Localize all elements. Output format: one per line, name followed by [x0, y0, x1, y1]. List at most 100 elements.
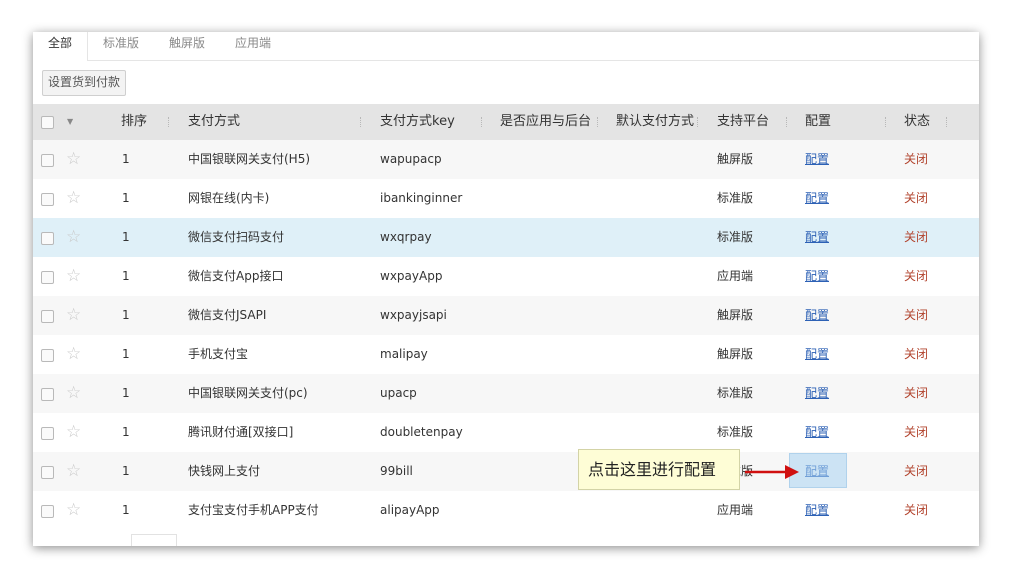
star-outline-icon[interactable]: ☆ — [66, 452, 81, 491]
table-row[interactable]: ☆ 1 中国银联网关支付(H5) wapupacp 触屏版 配置 关闭 — [33, 140, 979, 179]
pager[interactable] — [131, 534, 177, 546]
tab-touch[interactable]: 触屏版 — [154, 32, 220, 60]
row-checkbox[interactable] — [41, 232, 54, 245]
table-row[interactable]: ☆ 1 中国银联网关支付(pc) upacp 标准版 配置 关闭 — [33, 374, 979, 413]
method-name: 手机支付宝 — [188, 347, 249, 361]
column-method[interactable]: 支付方式 — [188, 104, 240, 140]
table-header: ▼ 排序 支付方式 支付方式key 是否应用与后台 默认支付方式 支持平台 配置… — [33, 104, 979, 140]
star-outline-icon[interactable]: ☆ — [66, 140, 81, 179]
config-link[interactable]: 配置 — [805, 179, 829, 218]
row-checkbox[interactable] — [41, 388, 54, 401]
row-checkbox[interactable] — [41, 505, 54, 518]
table-row[interactable]: ☆ 1 微信支付App接口 wxpayApp 应用端 配置 关闭 — [33, 257, 979, 296]
status-toggle[interactable]: 关闭 — [904, 179, 928, 218]
sort-value: 1 — [122, 425, 130, 439]
status-toggle[interactable]: 关闭 — [904, 374, 928, 413]
star-outline-icon[interactable]: ☆ — [66, 374, 81, 413]
sort-value: 1 — [122, 269, 130, 283]
table-row[interactable]: ☆ 1 手机支付宝 malipay 触屏版 配置 关闭 — [33, 335, 979, 374]
arrow-right-icon — [745, 465, 799, 479]
config-link[interactable]: 配置 — [805, 413, 829, 452]
row-checkbox[interactable] — [41, 427, 54, 440]
column-key[interactable]: 支付方式key — [380, 104, 455, 140]
method-key: 99bill — [380, 464, 413, 478]
tab-bar: 全部 标准版 触屏版 应用端 — [33, 32, 979, 61]
status-toggle[interactable]: 关闭 — [904, 140, 928, 179]
method-key: doubletenpay — [380, 425, 463, 439]
method-key: wxqrpay — [380, 230, 432, 244]
row-checkbox[interactable] — [41, 271, 54, 284]
sort-value: 1 — [122, 308, 130, 322]
table-row[interactable]: ☆ 1 支付宝支付手机APP支付 alipayApp 应用端 配置 关闭 — [33, 491, 979, 530]
callout-note: 点击这里进行配置 — [578, 449, 740, 490]
sort-value: 1 — [122, 347, 130, 361]
method-name: 微信支付JSAPI — [188, 308, 267, 322]
sort-value: 1 — [122, 230, 130, 244]
status-toggle[interactable]: 关闭 — [904, 257, 928, 296]
set-cod-button[interactable]: 设置货到付款 — [42, 70, 127, 96]
column-platform[interactable]: 支持平台 — [717, 104, 769, 140]
config-link[interactable]: 配置 — [805, 296, 829, 335]
config-link[interactable]: 配置 — [805, 491, 829, 530]
status-toggle[interactable]: 关闭 — [904, 296, 928, 335]
table-row[interactable]: ☆ 1 微信支付JSAPI wxpayjsapi 触屏版 配置 关闭 — [33, 296, 979, 335]
row-checkbox[interactable] — [41, 349, 54, 362]
sort-value: 1 — [122, 191, 130, 205]
method-key: wapupacp — [380, 152, 442, 166]
config-link[interactable]: 配置 — [805, 218, 829, 257]
column-default[interactable]: 默认支付方式 — [616, 104, 694, 140]
method-name: 微信支付扫码支付 — [188, 230, 285, 244]
row-checkbox[interactable] — [41, 310, 54, 323]
tab-app[interactable]: 应用端 — [220, 32, 286, 60]
platform-value: 触屏版 — [717, 308, 754, 322]
table-row[interactable]: ☆ 1 微信支付扫码支付 wxqrpay 标准版 配置 关闭 — [33, 218, 979, 257]
status-toggle[interactable]: 关闭 — [904, 452, 928, 491]
method-key: ibankinginner — [380, 191, 463, 205]
config-link[interactable]: 配置 — [805, 140, 829, 179]
config-link[interactable]: 配置 — [805, 374, 829, 413]
status-toggle[interactable]: 关闭 — [904, 218, 928, 257]
sort-value: 1 — [122, 152, 130, 166]
star-outline-icon[interactable]: ☆ — [66, 413, 81, 452]
star-outline-icon[interactable]: ☆ — [66, 218, 81, 257]
config-link[interactable]: 配置 — [805, 335, 829, 374]
platform-value: 应用端 — [717, 503, 754, 517]
config-link[interactable]: 配置 — [805, 257, 829, 296]
platform-value: 应用端 — [717, 269, 754, 283]
caret-down-icon[interactable]: ▼ — [67, 117, 73, 126]
method-key: upacp — [380, 386, 417, 400]
platform-value: 触屏版 — [717, 152, 754, 166]
star-outline-icon[interactable]: ☆ — [66, 491, 81, 530]
table-row[interactable]: ☆ 1 腾讯财付通[双接口] doubletenpay 标准版 配置 关闭 — [33, 413, 979, 452]
method-name: 中国银联网关支付(pc) — [188, 386, 308, 400]
method-name: 中国银联网关支付(H5) — [188, 152, 311, 166]
star-outline-icon[interactable]: ☆ — [66, 179, 81, 218]
method-key: wxpayjsapi — [380, 308, 447, 322]
method-key: malipay — [380, 347, 428, 361]
platform-value: 标准版 — [717, 425, 754, 439]
column-sort[interactable]: 排序 — [121, 104, 147, 140]
star-outline-icon[interactable]: ☆ — [66, 257, 81, 296]
method-key: wxpayApp — [380, 269, 443, 283]
row-checkbox[interactable] — [41, 193, 54, 206]
row-checkbox[interactable] — [41, 154, 54, 167]
method-name: 腾讯财付通[双接口] — [188, 425, 294, 439]
tab-all[interactable]: 全部 — [33, 32, 89, 61]
status-toggle[interactable]: 关闭 — [904, 413, 928, 452]
select-all-checkbox[interactable] — [41, 116, 54, 129]
platform-value: 标准版 — [717, 191, 754, 205]
table-row[interactable]: ☆ 1 网银在线(内卡) ibankinginner 标准版 配置 关闭 — [33, 179, 979, 218]
tab-standard[interactable]: 标准版 — [88, 32, 154, 60]
column-backend[interactable]: 是否应用与后台 — [500, 104, 591, 140]
status-toggle[interactable]: 关闭 — [904, 335, 928, 374]
status-toggle[interactable]: 关闭 — [904, 491, 928, 530]
column-config[interactable]: 配置 — [805, 104, 831, 140]
method-name: 网银在线(内卡) — [188, 191, 270, 205]
star-outline-icon[interactable]: ☆ — [66, 335, 81, 374]
method-name: 支付宝支付手机APP支付 — [188, 503, 319, 517]
row-checkbox[interactable] — [41, 466, 54, 479]
column-status[interactable]: 状态 — [904, 104, 930, 140]
method-key: alipayApp — [380, 503, 440, 517]
sort-value: 1 — [122, 503, 130, 517]
star-outline-icon[interactable]: ☆ — [66, 296, 81, 335]
